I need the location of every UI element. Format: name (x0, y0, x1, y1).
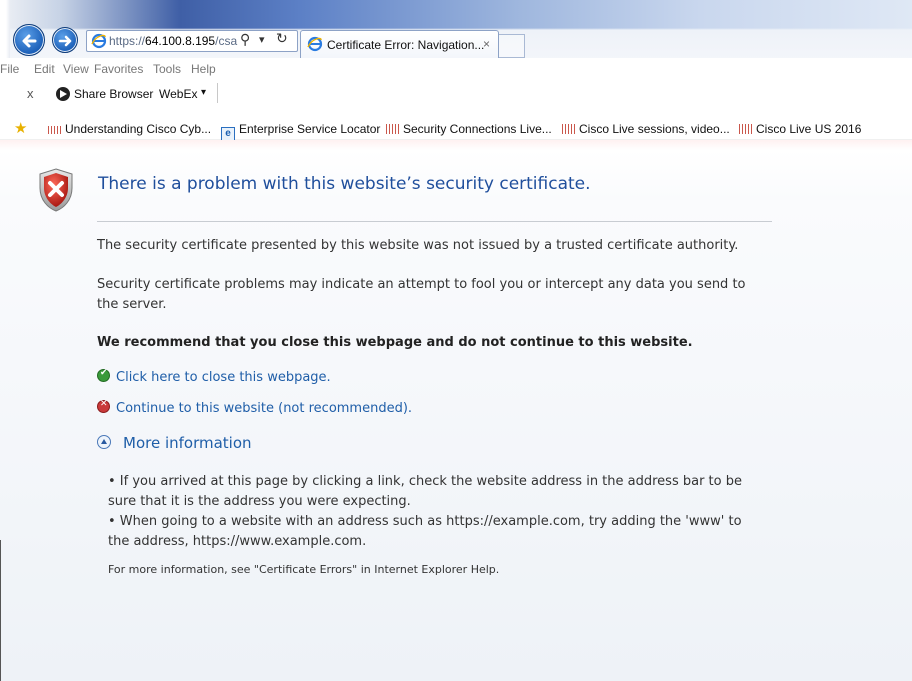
menu-edit[interactable]: Edit (34, 62, 55, 76)
search-icon[interactable]: ⚲ (240, 32, 250, 48)
menu-favorites[interactable]: Favorites (94, 62, 143, 76)
page-title: There is a problem with this website’s s… (98, 174, 591, 194)
green-shield-icon (97, 368, 110, 382)
new-tab-button[interactable] (499, 34, 525, 58)
close-webpage-link[interactable]: Click here to close this webpage. (97, 368, 331, 385)
cisco-logo-icon (739, 124, 752, 134)
ie-icon (91, 33, 107, 49)
more-information-toggle[interactable]: More information (97, 434, 252, 452)
tab-label: Certificate Error: Navigation... (327, 38, 485, 52)
info-bullet: • If you arrived at this page by clickin… (108, 474, 742, 509)
favorite-link[interactable]: Cisco Live US 2016 (739, 122, 861, 136)
close-icon[interactable]: x (27, 86, 34, 101)
security-warning-message: Security certificate problems may indica… (97, 277, 746, 312)
cisco-logo-icon (386, 124, 399, 134)
divider (97, 221, 772, 222)
favorite-link[interactable]: Cisco Live sessions, video... (562, 122, 730, 136)
share-browser-icon[interactable] (56, 87, 70, 101)
ie-icon (307, 36, 323, 52)
menu-tools[interactable]: Tools (153, 62, 181, 76)
favorites-bar: ★ Understanding Cisco Cyb... e Enterprise… (0, 118, 912, 141)
chevron-down-icon[interactable]: ▾ (259, 33, 265, 46)
menu-help[interactable]: Help (191, 62, 216, 76)
continue-to-website-link[interactable]: Continue to this website (not recommende… (97, 399, 412, 416)
red-shield-icon (97, 399, 110, 413)
favorites-star-icon[interactable]: ★ (14, 119, 27, 137)
forward-button[interactable] (52, 27, 78, 53)
chevron-up-icon[interactable] (97, 435, 111, 449)
window-edge (0, 540, 1, 681)
share-browser-button[interactable]: Share Browser (74, 87, 153, 101)
favorite-link[interactable]: e Enterprise Service Locator (221, 122, 380, 141)
command-bar: x Share Browser WebEx ▾ (0, 80, 912, 120)
chevron-down-icon[interactable]: ▾ (201, 87, 206, 98)
ie-page-icon: e (221, 127, 235, 141)
refresh-icon[interactable]: ↻ (276, 31, 288, 47)
shield-error-icon (39, 168, 73, 212)
menu-view[interactable]: View (63, 62, 89, 76)
address-url[interactable]: https://64.100.8.195/csa (109, 34, 237, 48)
address-bar[interactable]: https://64.100.8.195/csa (86, 30, 298, 52)
tab-certificate-error[interactable]: Certificate Error: Navigation... × (300, 30, 499, 58)
cisco-logo-icon (48, 126, 61, 134)
info-bullet: • When going to a website with an addres… (108, 514, 742, 549)
recommendation-text: We recommend that you close this webpage… (97, 335, 693, 350)
help-note: For more information, see "Certificate E… (108, 563, 500, 576)
favorite-link[interactable]: Understanding Cisco Cyb... (48, 122, 211, 136)
back-button[interactable] (13, 24, 45, 56)
menu-file[interactable]: File (0, 62, 19, 76)
toolbar-divider (217, 83, 218, 103)
forward-arrow-icon (58, 35, 72, 47)
close-tab-icon[interactable]: × (483, 37, 490, 51)
certificate-message: The security certificate presented by th… (97, 238, 739, 253)
webex-button[interactable]: WebEx (159, 87, 197, 101)
favorite-link[interactable]: Security Connections Live... (386, 122, 552, 136)
cisco-logo-icon (562, 124, 575, 134)
back-arrow-icon (22, 34, 37, 48)
menu-bar: File Edit View Favorites Tools Help (0, 58, 912, 80)
